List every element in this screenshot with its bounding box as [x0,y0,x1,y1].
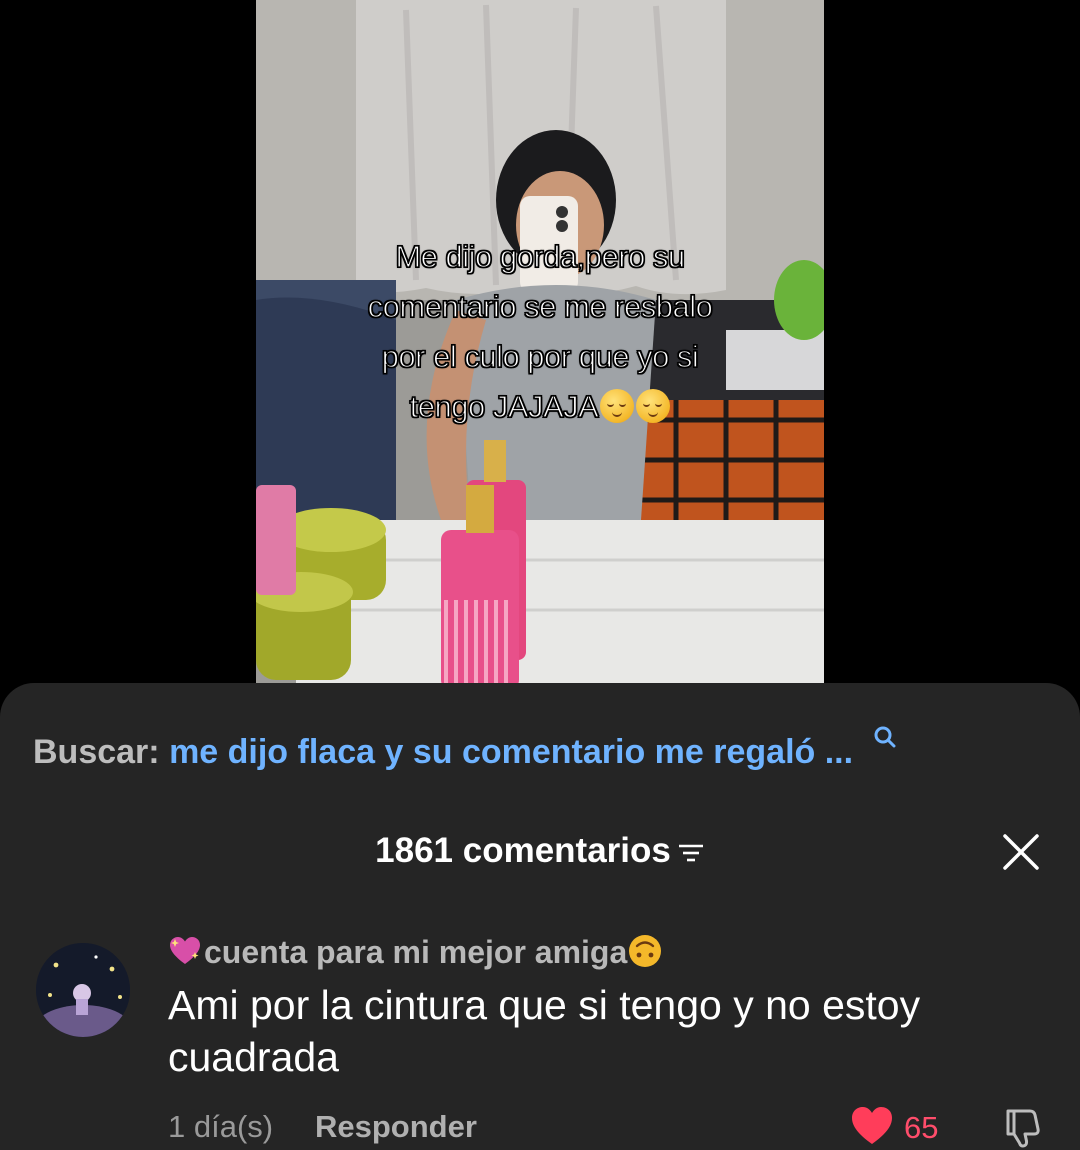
reply-button[interactable]: Responder [315,1107,477,1147]
sort-filter-icon[interactable] [677,841,705,865]
pensive-face-icon [636,389,671,423]
like-count: 65 [904,1110,939,1145]
dislike-icon[interactable] [1000,1105,1044,1149]
avatar[interactable] [36,943,130,1037]
relieved-face-icon [600,389,635,423]
heart-icon[interactable] [850,1105,894,1147]
sparkling-heart-icon [170,937,200,964]
comment-username[interactable]: cuenta para mi mejor amiga [168,933,1048,971]
search-query-link[interactable]: me dijo flaca y su comentario me regaló … [169,733,853,771]
caption-line: comentario se me resbalo [367,288,713,324]
app-screen: Me dijo gorda,pero su comentario se me r… [0,0,1080,1150]
username-text: cuenta para mi mejor amiga [204,934,628,970]
comments-count-header[interactable]: 1861 comentarios [0,829,1080,873]
caption-line-with-emoji: tengo JAJAJA [256,382,824,432]
comment-footer: 1 día(s) Responder 65 [168,1105,1048,1149]
comments-count: 1861 comentarios [375,831,671,870]
caption-line: por el culo por que yo si [381,338,699,374]
comment-timestamp: 1 día(s) [168,1109,274,1144]
video-player[interactable]: Me dijo gorda,pero su comentario se me r… [256,0,824,690]
video-caption: Me dijo gorda,pero su comentario se me r… [256,232,824,432]
comment-body: cuenta para mi mejor amiga Ami por la ci… [168,933,1048,1149]
search-icon[interactable] [873,725,897,755]
comments-sheet: Buscar: me dijo flaca y su comentario me… [0,683,1080,1150]
upside-down-face-icon [629,935,662,967]
caption-line-text: tengo JAJAJA [409,388,599,424]
search-suggestion[interactable]: Buscar: me dijo flaca y su comentario me… [33,725,1033,777]
search-label: Buscar: [33,733,160,771]
comment-text: Ami por la cintura que si tengo y no est… [168,982,921,1080]
close-icon[interactable] [1002,833,1040,871]
avatar-image [36,943,130,1037]
caption-line: Me dijo gorda,pero su [395,238,686,274]
